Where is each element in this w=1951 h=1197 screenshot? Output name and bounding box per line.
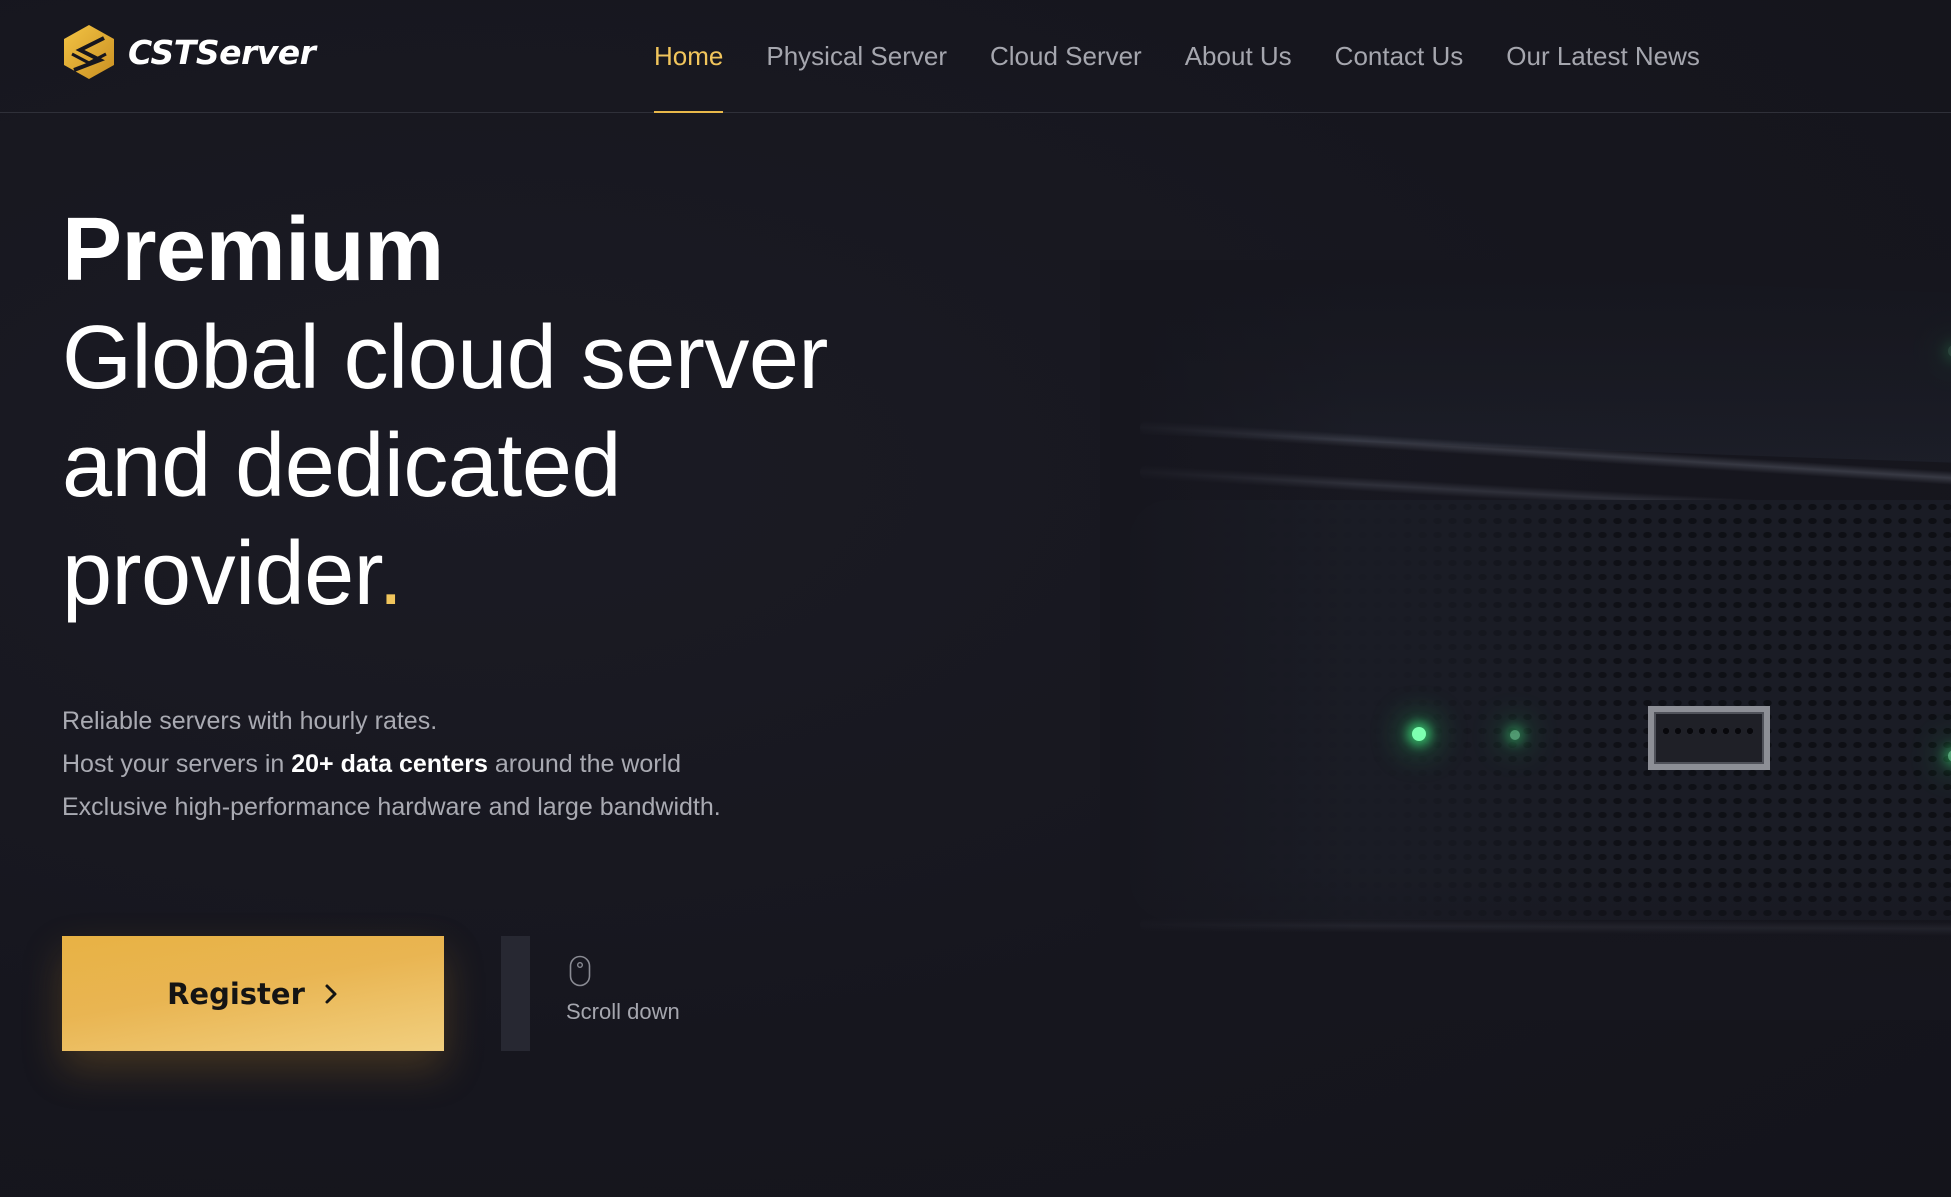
nav-item-contact-us[interactable]: Contact Us: [1335, 0, 1464, 112]
logo-link[interactable]: CSTServer: [62, 24, 316, 80]
main-nav: Home Physical Server Cloud Server About …: [654, 0, 1743, 113]
register-button-label: Register: [167, 976, 305, 1011]
hero-desc-line: Exclusive high-performance hardware and …: [62, 793, 721, 821]
nav-item-about-us[interactable]: About Us: [1185, 0, 1292, 112]
hero-title-strong: Premium: [62, 200, 444, 300]
nav-item-home[interactable]: Home: [654, 0, 724, 113]
hero-title-last-word: provider: [62, 524, 379, 624]
hexagon-s-logo-icon: [64, 25, 114, 79]
scroll-indicator-bar: [501, 936, 530, 1051]
register-button[interactable]: Register: [62, 936, 444, 1051]
nav-item-physical-server[interactable]: Physical Server: [766, 0, 947, 112]
hero-desc-highlight: 20+ data centers: [291, 750, 488, 778]
hero-desc-prefix: Host your servers in: [62, 750, 292, 778]
nav-item-latest-news[interactable]: Our Latest News: [1506, 0, 1700, 112]
hero-title: Premium Global cloud server and dedicate…: [62, 196, 828, 628]
mouse-icon: [569, 955, 591, 987]
nav-item-cloud-server[interactable]: Cloud Server: [990, 0, 1142, 112]
hero-title-line: Global cloud server: [62, 308, 828, 408]
hero-title-accent-dot: .: [378, 524, 403, 624]
hero-desc-suffix: around the world: [487, 750, 682, 778]
server-fade-vertical: [1100, 260, 1951, 1020]
site-header: CSTServer Home Physical Server Cloud Ser…: [0, 0, 1951, 113]
scroll-down-hint[interactable]: Scroll down: [566, 955, 680, 1025]
hero-desc-line: Reliable servers with hourly rates.: [62, 707, 438, 735]
hero-description: Reliable servers with hourly rates. Host…: [62, 700, 721, 829]
hero-title-line: provider.: [62, 520, 828, 628]
brand-name: CSTServer: [128, 32, 316, 72]
hero-desc-line: Host your servers in 20+ data centers ar…: [62, 743, 721, 786]
scroll-down-label: Scroll down: [566, 999, 680, 1024]
chevron-right-icon: [325, 984, 337, 1003]
hero-server-image: [1100, 260, 1951, 1020]
hero-title-line: and dedicated: [62, 416, 621, 516]
